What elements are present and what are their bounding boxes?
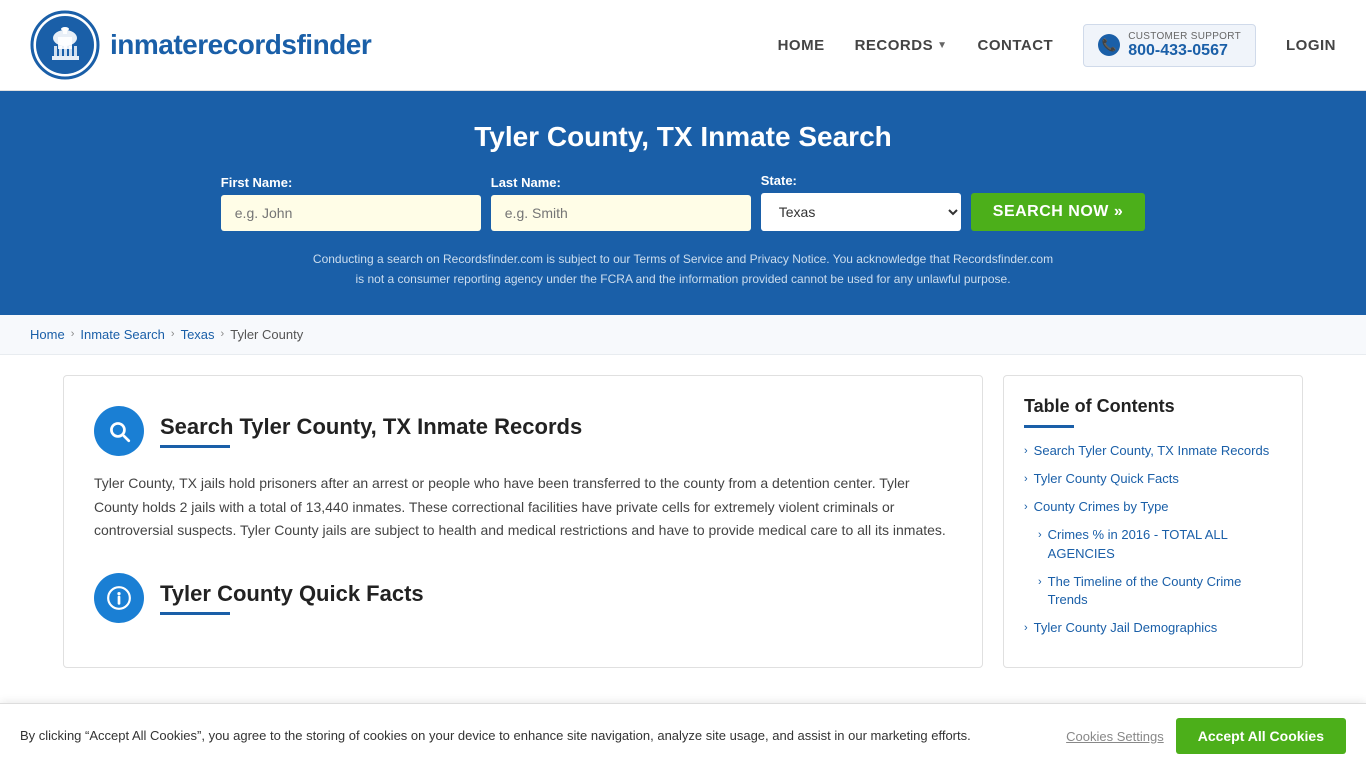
toc-item[interactable]: ›County Crimes by Type xyxy=(1024,498,1282,516)
cookie-banner: By clicking “Accept All Cookies”, you ag… xyxy=(0,703,1366,768)
section2-header: Tyler County Quick Facts xyxy=(94,573,952,623)
toc-sidebar: Table of Contents ›Search Tyler County, … xyxy=(1003,375,1303,669)
hero-title: Tyler County, TX Inmate Search xyxy=(20,121,1346,153)
nav-records[interactable]: RECORDS ▼ xyxy=(855,37,948,54)
nav-login[interactable]: LOGIN xyxy=(1286,37,1336,54)
main-container: Search Tyler County, TX Inmate Records T… xyxy=(43,375,1323,669)
first-name-label: First Name: xyxy=(221,175,293,190)
toc-chevron-icon: › xyxy=(1024,621,1028,636)
hero-section: Tyler County, TX Inmate Search First Nam… xyxy=(0,91,1366,315)
first-name-group: First Name: xyxy=(221,175,481,231)
section1-title-block: Search Tyler County, TX Inmate Records xyxy=(160,414,582,448)
toc-item[interactable]: ›The Timeline of the County Crime Trends xyxy=(1024,573,1282,609)
header: inmaterecordsfinder HOME RECORDS ▼ CONTA… xyxy=(0,0,1366,91)
breadcrumb-current: Tyler County xyxy=(230,327,303,342)
toc-item[interactable]: ›Tyler County Jail Demographics xyxy=(1024,619,1282,637)
toc-title: Table of Contents xyxy=(1024,396,1282,417)
cookie-settings-button[interactable]: Cookies Settings xyxy=(1066,729,1164,744)
support-info: CUSTOMER SUPPORT 800-433-0567 xyxy=(1128,31,1241,60)
toc-chevron-icon: › xyxy=(1024,472,1028,487)
section2-underline xyxy=(160,612,230,615)
support-box: 📞 CUSTOMER SUPPORT 800-433-0567 xyxy=(1083,24,1256,67)
breadcrumb-sep-1: › xyxy=(71,328,75,340)
records-chevron-icon: ▼ xyxy=(937,40,947,51)
phone-icon: 📞 xyxy=(1098,34,1120,56)
logo: inmaterecordsfinder xyxy=(30,10,371,80)
first-name-input[interactable] xyxy=(221,195,481,231)
section1-underline xyxy=(160,445,230,448)
main-nav: HOME RECORDS ▼ CONTACT 📞 CUSTOMER SUPPOR… xyxy=(778,24,1336,67)
breadcrumb-sep-3: › xyxy=(221,328,225,340)
breadcrumb-sep-2: › xyxy=(171,328,175,340)
search-button[interactable]: SEARCH NOW » xyxy=(971,193,1145,231)
content-area: Search Tyler County, TX Inmate Records T… xyxy=(63,375,983,669)
support-label: CUSTOMER SUPPORT xyxy=(1128,31,1241,42)
logo-icon xyxy=(30,10,100,80)
section1-body: Tyler County, TX jails hold prisoners af… xyxy=(94,472,952,543)
support-number: 800-433-0567 xyxy=(1128,42,1241,60)
toc-chevron-icon: › xyxy=(1024,444,1028,459)
toc-item[interactable]: ›Tyler County Quick Facts xyxy=(1024,470,1282,488)
cookie-accept-button[interactable]: Accept All Cookies xyxy=(1176,718,1346,754)
breadcrumb-inmate-search[interactable]: Inmate Search xyxy=(80,327,165,342)
state-label: State: xyxy=(761,173,797,188)
cookie-actions: Cookies Settings Accept All Cookies xyxy=(1066,718,1346,754)
last-name-label: Last Name: xyxy=(491,175,561,190)
section1-title: Search Tyler County, TX Inmate Records xyxy=(160,414,582,440)
logo-text: inmaterecordsfinder xyxy=(110,29,371,61)
hero-disclaimer: Conducting a search on Recordsfinder.com… xyxy=(308,249,1058,290)
breadcrumb-texas[interactable]: Texas xyxy=(181,327,215,342)
search-icon xyxy=(94,406,144,456)
toc-list: ›Search Tyler County, TX Inmate Records›… xyxy=(1024,442,1282,638)
search-form: First Name: Last Name: State: TexasAlaba… xyxy=(20,173,1346,231)
toc-divider xyxy=(1024,425,1074,428)
cookie-text: By clicking “Accept All Cookies”, you ag… xyxy=(20,726,1046,746)
section2-title: Tyler County Quick Facts xyxy=(160,581,424,607)
toc-chevron-icon: › xyxy=(1024,500,1028,515)
nav-contact[interactable]: CONTACT xyxy=(978,37,1054,54)
section1-header: Search Tyler County, TX Inmate Records xyxy=(94,406,952,456)
last-name-group: Last Name: xyxy=(491,175,751,231)
toc-chevron-icon: › xyxy=(1038,528,1042,543)
state-select[interactable]: TexasAlabamaAlaskaArizonaArkansasCalifor… xyxy=(761,193,961,231)
section2-title-block: Tyler County Quick Facts xyxy=(160,581,424,615)
last-name-input[interactable] xyxy=(491,195,751,231)
breadcrumb-home[interactable]: Home xyxy=(30,327,65,342)
breadcrumb: Home › Inmate Search › Texas › Tyler Cou… xyxy=(0,315,1366,355)
nav-home[interactable]: HOME xyxy=(778,37,825,54)
toc-chevron-icon: › xyxy=(1038,575,1042,590)
toc-item[interactable]: ›Search Tyler County, TX Inmate Records xyxy=(1024,442,1282,460)
state-group: State: TexasAlabamaAlaskaArizonaArkansas… xyxy=(761,173,961,231)
toc-item[interactable]: ›Crimes % in 2016 - TOTAL ALL AGENCIES xyxy=(1024,526,1282,562)
info-icon xyxy=(94,573,144,623)
